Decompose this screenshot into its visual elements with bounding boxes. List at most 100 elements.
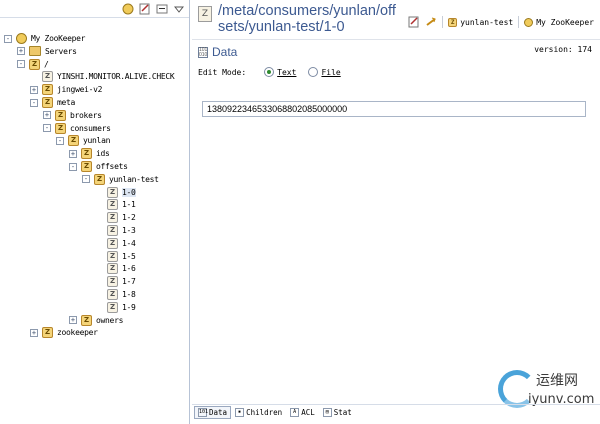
collapse-icon[interactable] xyxy=(156,3,168,15)
collapse-icon[interactable]: - xyxy=(4,34,12,43)
znode-leaf-icon: Z xyxy=(107,199,118,211)
file-mode-radio[interactable] xyxy=(308,67,319,77)
znode-icon: Z xyxy=(94,173,105,185)
tree-node-label: jingwei-v2 xyxy=(57,85,103,95)
tree-node-label: zookeeper xyxy=(57,328,98,338)
stat-tab-icon: ▤ xyxy=(322,407,332,417)
tree-node-label: yunlan-test xyxy=(109,174,159,184)
expand-icon[interactable]: + xyxy=(69,316,77,325)
tree-node-servers[interactable]: + Servers xyxy=(17,45,77,58)
expand-icon[interactable]: + xyxy=(69,149,77,158)
tree-node-yunlan-test[interactable]: - Zyunlan-test xyxy=(82,173,159,186)
tree-node-label: YINSHI.MONITOR.ALIVE.CHECK xyxy=(57,72,175,82)
znode-leaf-icon: Z xyxy=(107,225,118,236)
tab-label: Data xyxy=(209,407,228,417)
text-mode-label[interactable]: Text xyxy=(277,68,296,77)
edit-icon[interactable] xyxy=(139,3,151,15)
expand-icon[interactable]: + xyxy=(30,85,38,94)
tree-node-label: yunlan xyxy=(83,136,111,146)
tree-node-1-6[interactable]: Z 1-6 xyxy=(95,262,136,275)
tab-data[interactable]: 101 Data xyxy=(194,405,232,419)
servers-folder-icon xyxy=(29,46,41,57)
collapse-icon[interactable]: - xyxy=(56,136,64,145)
tree-node-meta[interactable]: - Zmeta xyxy=(30,96,75,109)
collapse-icon[interactable]: - xyxy=(43,124,51,133)
znode-icon: Z xyxy=(81,148,92,160)
children-tab-icon: ▪ xyxy=(235,407,245,417)
connect-icon[interactable] xyxy=(122,3,134,15)
breadcrumb-my-zookeeper[interactable]: My ZooKeeper xyxy=(524,17,594,27)
tab-label: Stat xyxy=(333,407,352,417)
expand-icon[interactable]: + xyxy=(17,47,25,56)
tree-node-label: meta xyxy=(57,98,76,107)
tree-node-1-1[interactable]: Z 1-1 xyxy=(95,198,136,211)
tree-node-label: 1-2 xyxy=(122,213,136,223)
znode-leaf-icon: Z xyxy=(107,263,118,275)
expand-icon[interactable]: + xyxy=(30,328,38,337)
edit-mode-label: Edit Mode: xyxy=(198,67,247,77)
tab-label: Children xyxy=(246,407,283,417)
text-mode-radio[interactable] xyxy=(264,67,275,77)
tab-acl[interactable]: A ACL xyxy=(286,406,319,419)
tree-node-label: 1-7 xyxy=(122,277,136,287)
tree-node-label: consumers xyxy=(70,123,111,133)
zookeeper-browser-window: - My ZooKeeper + Servers - Z / Z YINSHI.MONITOR.… xyxy=(0,0,600,424)
tree-node-1-2[interactable]: Z 1-2 xyxy=(95,211,136,224)
znode-leaf-icon: Z xyxy=(107,289,118,300)
znode-leaf-icon: Z xyxy=(107,186,118,198)
tree-node-1-7[interactable]: Z 1-7 xyxy=(95,275,136,288)
collapse-icon[interactable]: - xyxy=(17,60,25,69)
tree-node-ids[interactable]: + Zids xyxy=(69,147,110,160)
znode-icon: Z xyxy=(55,109,66,121)
tree-node-offsets[interactable]: - Zoffsets xyxy=(69,160,128,173)
tree-node-zookeeper[interactable]: + Zzookeeper xyxy=(30,326,98,339)
tree-node-label: 1-0 xyxy=(122,187,136,197)
zookeeper-root-icon xyxy=(524,17,534,27)
expand-icon[interactable]: + xyxy=(43,111,51,120)
explorer-toolbar xyxy=(0,0,189,18)
edit-node-icon[interactable] xyxy=(408,16,420,28)
watermark-cn: 运维网 xyxy=(536,373,578,389)
tab-stat[interactable]: ▤ Stat xyxy=(319,406,356,419)
znode-icon: Z xyxy=(448,17,458,27)
tree-node-label: 1-5 xyxy=(122,251,136,261)
znode-data-field[interactable]: 1380922346533068802085000000 xyxy=(202,101,586,117)
editor-header: Z /meta/consumers/yunlan/offsets/yunlan-… xyxy=(192,0,600,40)
tree-node-1-5[interactable]: Z 1-5 xyxy=(95,250,136,263)
tree-node-brokers[interactable]: + Zbrokers xyxy=(43,109,102,122)
tree-node-yunlan[interactable]: - Zyunlan xyxy=(56,134,110,147)
tree-node-owners[interactable]: + Zowners xyxy=(69,314,123,327)
tree-node-jingwei-v2[interactable]: + Zjingwei-v2 xyxy=(30,83,102,96)
znode-icon: Z xyxy=(55,122,66,134)
tree-node-consumers[interactable]: - Zconsumers xyxy=(43,122,111,135)
breadcrumb-yunlan-test[interactable]: Z yunlan-test xyxy=(448,17,513,27)
editor-header-tools: Z yunlan-test My ZooKeeper xyxy=(408,16,594,28)
tree-node-1-4[interactable]: Z 1-4 xyxy=(95,237,136,250)
refresh-icon[interactable] xyxy=(425,16,437,28)
version-label: version: 174 xyxy=(534,45,592,54)
collapse-icon[interactable]: - xyxy=(69,162,77,171)
data-tab-icon: 101 xyxy=(198,407,209,417)
tree-node-yinshi-monitor[interactable]: Z YINSHI.MONITOR.ALIVE.CHECK xyxy=(30,70,175,83)
tree-node-root-slash[interactable]: - Z / xyxy=(17,58,49,71)
tree-node-label: 1-4 xyxy=(122,238,136,248)
tree-node-label: 1-6 xyxy=(122,264,136,274)
tree-node-1-3[interactable]: Z 1-3 xyxy=(95,224,136,237)
znode-leaf-icon: Z xyxy=(107,237,118,249)
znode-icon: Z xyxy=(81,161,92,172)
tree-node-label: brokers xyxy=(70,110,102,120)
collapse-icon[interactable]: - xyxy=(82,175,90,184)
tree-node-1-9[interactable]: Z 1-9 xyxy=(95,301,136,314)
znode-leaf-icon: Z xyxy=(107,301,118,313)
tab-children[interactable]: ▪ Children xyxy=(231,406,286,419)
tree-node-1-8[interactable]: Z 1-8 xyxy=(95,288,136,301)
tree-node-label: 1-9 xyxy=(122,302,136,312)
file-mode-label[interactable]: File xyxy=(321,68,340,77)
tree-node-label: owners xyxy=(96,315,124,325)
data-section-title: 101 010 Data xyxy=(198,45,237,59)
tree-node-label: Servers xyxy=(45,46,77,56)
tree-node-1-0[interactable]: Z 1-0 xyxy=(95,186,136,199)
collapse-icon[interactable]: - xyxy=(30,98,38,107)
view-menu-icon[interactable] xyxy=(173,3,185,15)
tree-node-my-zookeeper[interactable]: - My ZooKeeper xyxy=(4,32,86,45)
